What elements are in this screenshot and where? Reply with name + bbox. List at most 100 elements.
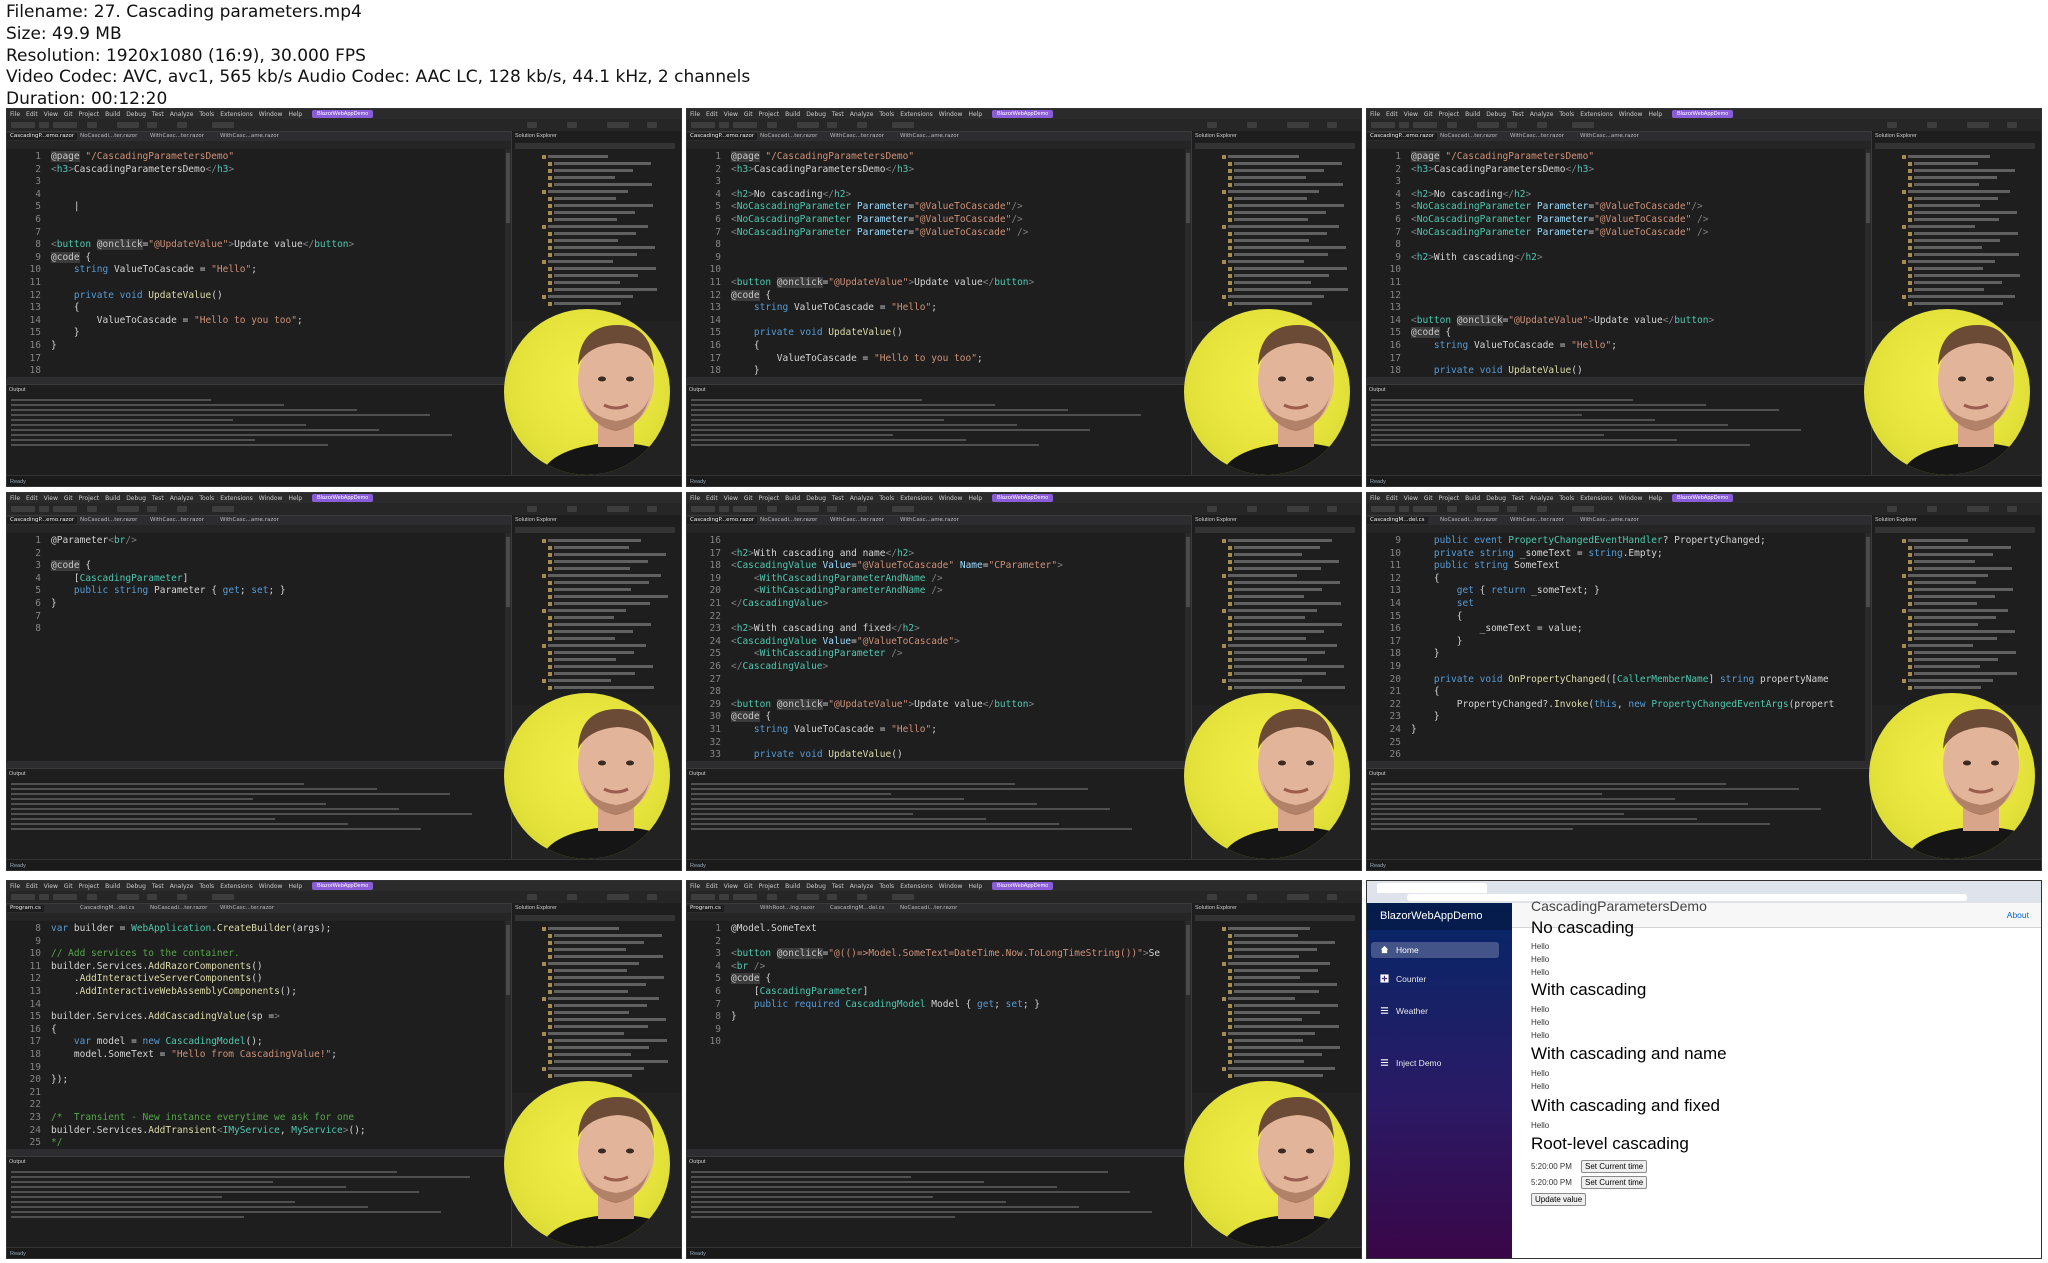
menu-item[interactable]: Tools: [879, 883, 894, 890]
solution-tree-item[interactable]: [1914, 623, 1978, 626]
solution-tree-item[interactable]: [1234, 665, 1344, 668]
solution-tree-item[interactable]: [554, 1046, 649, 1049]
scrollbar-thumb[interactable]: [1866, 153, 1870, 223]
set-current-time-button[interactable]: Set Current time: [1581, 1160, 1648, 1173]
solution-tree-item[interactable]: [554, 983, 646, 986]
toolbar-button[interactable]: [705, 894, 715, 900]
scrollbar-thumb[interactable]: [1186, 925, 1190, 995]
solution-tree-item[interactable]: [1234, 232, 1327, 235]
solution-tree-item[interactable]: [1228, 1032, 1315, 1035]
toolbar-button[interactable]: [567, 122, 577, 128]
toolbar-button[interactable]: [67, 506, 77, 512]
solution-tree-item[interactable]: [1234, 1004, 1338, 1007]
toolbar-button[interactable]: [892, 122, 914, 128]
solution-tree-item[interactable]: [554, 204, 653, 207]
solution-tree-item[interactable]: [554, 553, 666, 556]
solution-tree-item[interactable]: [1234, 239, 1309, 242]
editor-tab[interactable]: WithCasc...ter.razor: [1507, 517, 1567, 524]
solution-tree-item[interactable]: [1914, 281, 2002, 284]
toolbar-button[interactable]: [1287, 506, 1309, 512]
solution-tree-item[interactable]: [1914, 665, 1980, 668]
menu-item[interactable]: File: [10, 883, 20, 890]
menu-item[interactable]: Project: [759, 883, 780, 890]
menu-item[interactable]: Build: [105, 883, 120, 890]
solution-tree-item[interactable]: [554, 976, 664, 979]
toolbar-button[interactable]: [767, 894, 777, 900]
solution-tree-item[interactable]: [1914, 546, 2011, 549]
solution-tree-item[interactable]: [554, 239, 618, 242]
solution-tree-item[interactable]: [1914, 302, 2003, 305]
solution-tree-item[interactable]: [554, 197, 616, 200]
toolbar-button[interactable]: [527, 894, 537, 900]
solution-tree-item[interactable]: [1234, 246, 1346, 249]
solution-tree-item[interactable]: [1908, 295, 2015, 298]
solution-tree-item[interactable]: [554, 1025, 648, 1028]
menu-item[interactable]: Git: [64, 495, 73, 502]
solution-tree-item[interactable]: [548, 260, 613, 263]
editor-tab[interactable]: WithCasc...ame.razor: [217, 517, 282, 524]
toolbar-button[interactable]: [67, 122, 77, 128]
toolbar-button[interactable]: [1287, 122, 1309, 128]
toolbar-button[interactable]: [117, 506, 139, 512]
solution-tree-item[interactable]: [1228, 679, 1302, 682]
menu-item[interactable]: Edit: [26, 111, 38, 118]
toolbar-button[interactable]: [527, 506, 537, 512]
menu-item[interactable]: Window: [259, 495, 283, 502]
menu-item[interactable]: Build: [785, 111, 800, 118]
toolbar-button[interactable]: [747, 894, 757, 900]
editor-tab[interactable]: WithCasc...ame.razor: [217, 133, 282, 140]
solution-tree-item[interactable]: [554, 1053, 631, 1056]
update-value-button[interactable]: Update value: [1531, 1193, 1587, 1206]
solution-tree-item[interactable]: [554, 176, 615, 179]
solution-tree-item[interactable]: [554, 602, 650, 605]
menu-item[interactable]: File: [10, 111, 20, 118]
menu-item[interactable]: File: [10, 495, 20, 502]
menu-item[interactable]: Test: [152, 883, 164, 890]
toolbar-button[interactable]: [147, 506, 157, 512]
menu-item[interactable]: Git: [744, 883, 753, 890]
menu-item[interactable]: Help: [968, 883, 982, 890]
menu-item[interactable]: Analyze: [1530, 111, 1554, 118]
solution-tree-item[interactable]: [1234, 581, 1340, 584]
toolbar-button[interactable]: [1207, 506, 1217, 512]
menu-item[interactable]: Test: [152, 111, 164, 118]
menu-item[interactable]: View: [44, 495, 58, 502]
menu-item[interactable]: Edit: [26, 495, 38, 502]
menu-item[interactable]: Test: [832, 495, 844, 502]
solution-tree-item[interactable]: [554, 658, 616, 661]
toolbar-button[interactable]: [647, 506, 657, 512]
solution-tree-item[interactable]: [1914, 630, 2015, 633]
solution-tree-item[interactable]: [1914, 253, 2019, 256]
toolbar-button[interactable]: [607, 122, 629, 128]
solution-tree-item[interactable]: [1234, 1046, 1340, 1049]
toolbar-button[interactable]: [39, 894, 49, 900]
nav-counter[interactable]: Counter: [1380, 974, 1426, 984]
navigation-bar[interactable]: [7, 913, 511, 921]
toolbar-button[interactable]: [747, 122, 757, 128]
solution-search-input[interactable]: [1875, 143, 2035, 149]
editor-tab[interactable]: NoCascadi...ter.razor: [77, 133, 140, 140]
solution-tree-item[interactable]: [1234, 595, 1304, 598]
solution-tree-item[interactable]: [1914, 588, 2013, 591]
solution-tree-item[interactable]: [1234, 176, 1306, 179]
toolbar-button[interactable]: [1207, 122, 1217, 128]
solution-tree-item[interactable]: [554, 169, 633, 172]
toolbar-button[interactable]: [1927, 506, 1937, 512]
nav-weather[interactable]: Weather: [1380, 1006, 1428, 1016]
menu-item[interactable]: Analyze: [170, 883, 194, 890]
solution-tree-item[interactable]: [1234, 651, 1325, 654]
solution-tree-item[interactable]: [1234, 211, 1326, 214]
menu-item[interactable]: Project: [1439, 111, 1460, 118]
solution-tree-item[interactable]: [1914, 288, 1984, 291]
toolbar-button[interactable]: [177, 122, 187, 128]
editor-tab[interactable]: CascadingP...emo.razor: [687, 517, 758, 524]
menu-item[interactable]: File: [1370, 495, 1380, 502]
editor-tab[interactable]: WithCasc...ame.razor: [897, 133, 962, 140]
menu-item[interactable]: Tools: [199, 111, 214, 118]
toolbar-button[interactable]: [747, 506, 757, 512]
toolbar-button[interactable]: [1927, 122, 1937, 128]
solution-tree-item[interactable]: [554, 1060, 668, 1063]
menu-item[interactable]: Test: [1512, 495, 1524, 502]
solution-tree-item[interactable]: [554, 162, 651, 165]
menu-item[interactable]: Extensions: [220, 111, 253, 118]
